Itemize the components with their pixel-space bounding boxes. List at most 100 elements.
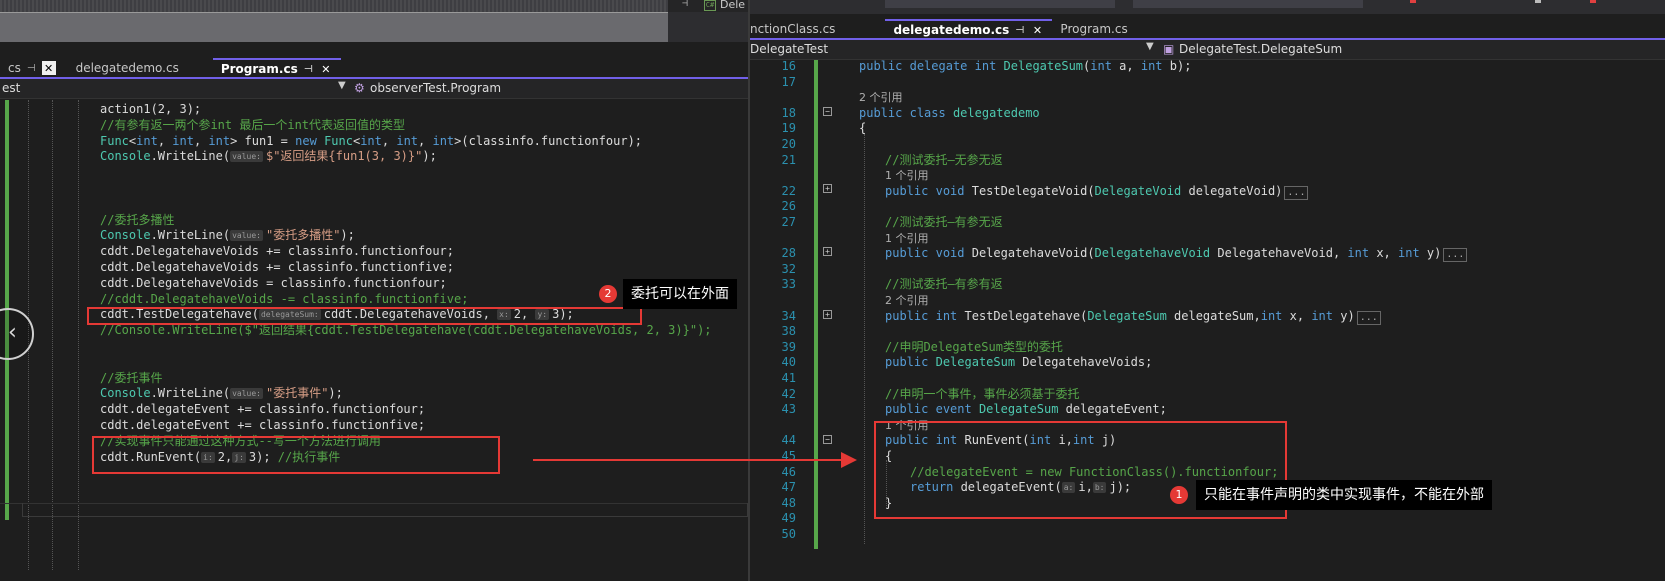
code-token: event	[935, 402, 972, 417]
reference-count[interactable]: 1 个引用	[885, 169, 929, 182]
tab-functionclass[interactable]: nctionClass.cs	[750, 19, 843, 39]
reference-count[interactable]: 2 个引用	[885, 294, 929, 307]
code-token: DelegatehaveVoid	[1094, 246, 1211, 261]
close-icon[interactable]: ✕	[319, 62, 333, 76]
highlight-box-delegate-call	[87, 307, 642, 325]
code-token: Console	[100, 386, 151, 401]
code-line[interactable]: 16 public delegate int DelegateSum(int a,…	[750, 58, 1665, 74]
code-line[interactable]: cddt.delegateEvent += classinfo.function…	[0, 401, 748, 417]
code-line[interactable]: 21 //测试委托—无参无返	[750, 152, 1665, 168]
code-token: int	[935, 308, 958, 323]
tab-program[interactable]: Program.cs ⊣ ✕	[212, 58, 341, 78]
code-token: int	[136, 133, 158, 148]
code-line[interactable]: 43 public event DelegateSum delegateEvent…	[750, 401, 1665, 417]
code-line[interactable]: 26	[750, 198, 1665, 214]
line-number: 32	[781, 261, 796, 276]
line-number: 47	[781, 480, 796, 495]
code-text: //申明DelegateSum类型的委托	[885, 339, 1063, 355]
tab-label: delegatedemo.cs	[893, 23, 1010, 37]
code-line[interactable]: 40 public DelegateSum DelegatehaveVoids;	[750, 354, 1665, 370]
pin-icon[interactable]: ⊣	[27, 63, 36, 74]
code-line[interactable]: Console.WriteLine(value: "委托多播性");	[0, 227, 748, 243]
code-line[interactable]	[0, 164, 748, 180]
close-icon[interactable]: ✕	[41, 61, 56, 75]
tab-delegatedemo[interactable]: delegatedemo.cs	[68, 58, 187, 78]
code-token: new	[295, 133, 317, 148]
code-line[interactable]: 41	[750, 370, 1665, 386]
code-line[interactable]: Func<int, int, int> fun1 = new Func<int,…	[0, 133, 748, 149]
tab-program[interactable]: Program.cs	[1052, 19, 1135, 39]
code-token: int	[208, 133, 231, 148]
code-token: //Console.WriteLine($"返回结果{cddt.TestDele…	[100, 323, 712, 338]
code-token: cddt.DelegatehaveVoids += classinfo.func…	[100, 260, 455, 274]
code-text: public void DelegatehaveVoid(Delegatehav…	[885, 245, 1468, 263]
code-line[interactable]: 39 //申明DelegateSum类型的委托	[750, 339, 1665, 355]
code-token: public	[885, 183, 929, 198]
code-line[interactable]: 27 //测试委托—有参无返	[750, 214, 1665, 230]
chevron-down-icon[interactable]: ▼	[1146, 41, 1154, 52]
pin-icon[interactable]: ⊣	[1015, 25, 1024, 36]
pin-icon[interactable]: ⊣	[304, 64, 313, 75]
chevron-down-icon[interactable]: ▼	[338, 80, 346, 91]
code-text: cddt.DelegatehaveVoids = classinfo.funct…	[100, 275, 447, 291]
code-line[interactable]: cddt.DelegatehaveVoids += classinfo.func…	[0, 243, 748, 259]
member-dropdown[interactable]: observerTest.Program	[370, 81, 501, 95]
code-line[interactable]: 33 //测试委托—有参有返	[750, 276, 1665, 292]
left-navigation-bar: est ▼ ⚙ observerTest.Program	[0, 79, 748, 99]
code-line[interactable]: 20	[750, 136, 1665, 152]
code-line[interactable]: 38	[750, 323, 1665, 339]
code-token: > fun1 =	[230, 133, 296, 148]
line-number: 45	[781, 449, 796, 463]
code-token: public	[885, 355, 929, 370]
code-line[interactable]: 18 public class delegatedemo	[750, 105, 1665, 121]
code-text: //测试委托—无参无返	[885, 152, 1003, 168]
reference-count[interactable]: 1 个引用	[885, 232, 929, 245]
code-line[interactable]: 19 {	[750, 120, 1665, 136]
project-dropdown[interactable]: est	[2, 81, 20, 95]
class-dropdown[interactable]: DelegateTest	[750, 42, 828, 56]
code-line[interactable]	[0, 338, 748, 354]
code-line[interactable]: 34 public int TestDelegatehave(DelegateSu…	[750, 308, 1665, 325]
code-line[interactable]: action1(2, 3);	[0, 101, 748, 117]
code-token: //有参有返一两个参int 最后一个int代表返回值的类型	[100, 117, 406, 132]
code-line[interactable]: 1 个引用	[750, 230, 1665, 246]
code-line[interactable]: 2 个引用	[750, 292, 1665, 308]
mini-tab[interactable]: ⊣ C# Dele	[668, 0, 748, 12]
code-line[interactable]	[0, 180, 748, 196]
reference-count[interactable]: 2 个引用	[859, 91, 903, 104]
code-token: DelegatehaveVoids;	[1015, 355, 1153, 370]
tab-cs[interactable]: cs ⊣ ✕	[0, 58, 64, 78]
code-line[interactable]: 2 个引用	[750, 89, 1665, 105]
line-number: 40	[781, 355, 796, 370]
code-line[interactable]: 50	[750, 526, 1665, 542]
code-line[interactable]: //委托事件	[0, 370, 748, 386]
code-line[interactable]: cddt.DelegatehaveVoids += classinfo.func…	[0, 259, 748, 275]
code-line[interactable]: Console.WriteLine(value: "委托事件");	[0, 385, 748, 401]
toolbar-block	[1133, 0, 1363, 8]
code-token: delegateVoid)	[1181, 183, 1283, 198]
close-icon[interactable]: ✕	[1030, 23, 1044, 37]
code-line[interactable]: Console.WriteLine(value: $"返回结果{fun1(3, 3…	[0, 148, 748, 164]
code-line[interactable]: 28 public void DelegatehaveVoid(Delegateh…	[750, 245, 1665, 263]
code-line[interactable]: cddt.delegateEvent += classinfo.function…	[0, 417, 748, 433]
parameter-hint: value:	[230, 388, 263, 400]
line-number: 38	[781, 324, 796, 339]
code-line[interactable]: 17	[750, 74, 1665, 90]
toolbar-block	[885, 0, 1115, 8]
code-line[interactable]	[0, 354, 748, 370]
code-line[interactable]: 22 public void TestDelegateVoid(DelegateV…	[750, 183, 1665, 200]
code-line[interactable]: //有参有返一两个参int 最后一个int代表返回值的类型	[0, 117, 748, 133]
tab-delegatedemo[interactable]: delegatedemo.cs ⊣ ✕	[885, 19, 1053, 39]
code-line[interactable]: 1 个引用	[750, 167, 1665, 183]
editor-box	[22, 503, 748, 517]
code-line[interactable]	[0, 196, 748, 212]
code-token: "委托事件"	[265, 386, 329, 401]
code-token: $"返回结果{fun1(3, 3)}"	[265, 149, 423, 164]
code-line[interactable]: //委托多播性	[0, 212, 748, 228]
member-dropdown[interactable]: DelegateTest.DelegateSum	[1179, 42, 1342, 56]
code-token: int	[1260, 308, 1283, 323]
code-line[interactable]: 42 //申明一个事件，事件必须基于委托	[750, 386, 1665, 402]
code-line[interactable]: 32	[750, 261, 1665, 277]
